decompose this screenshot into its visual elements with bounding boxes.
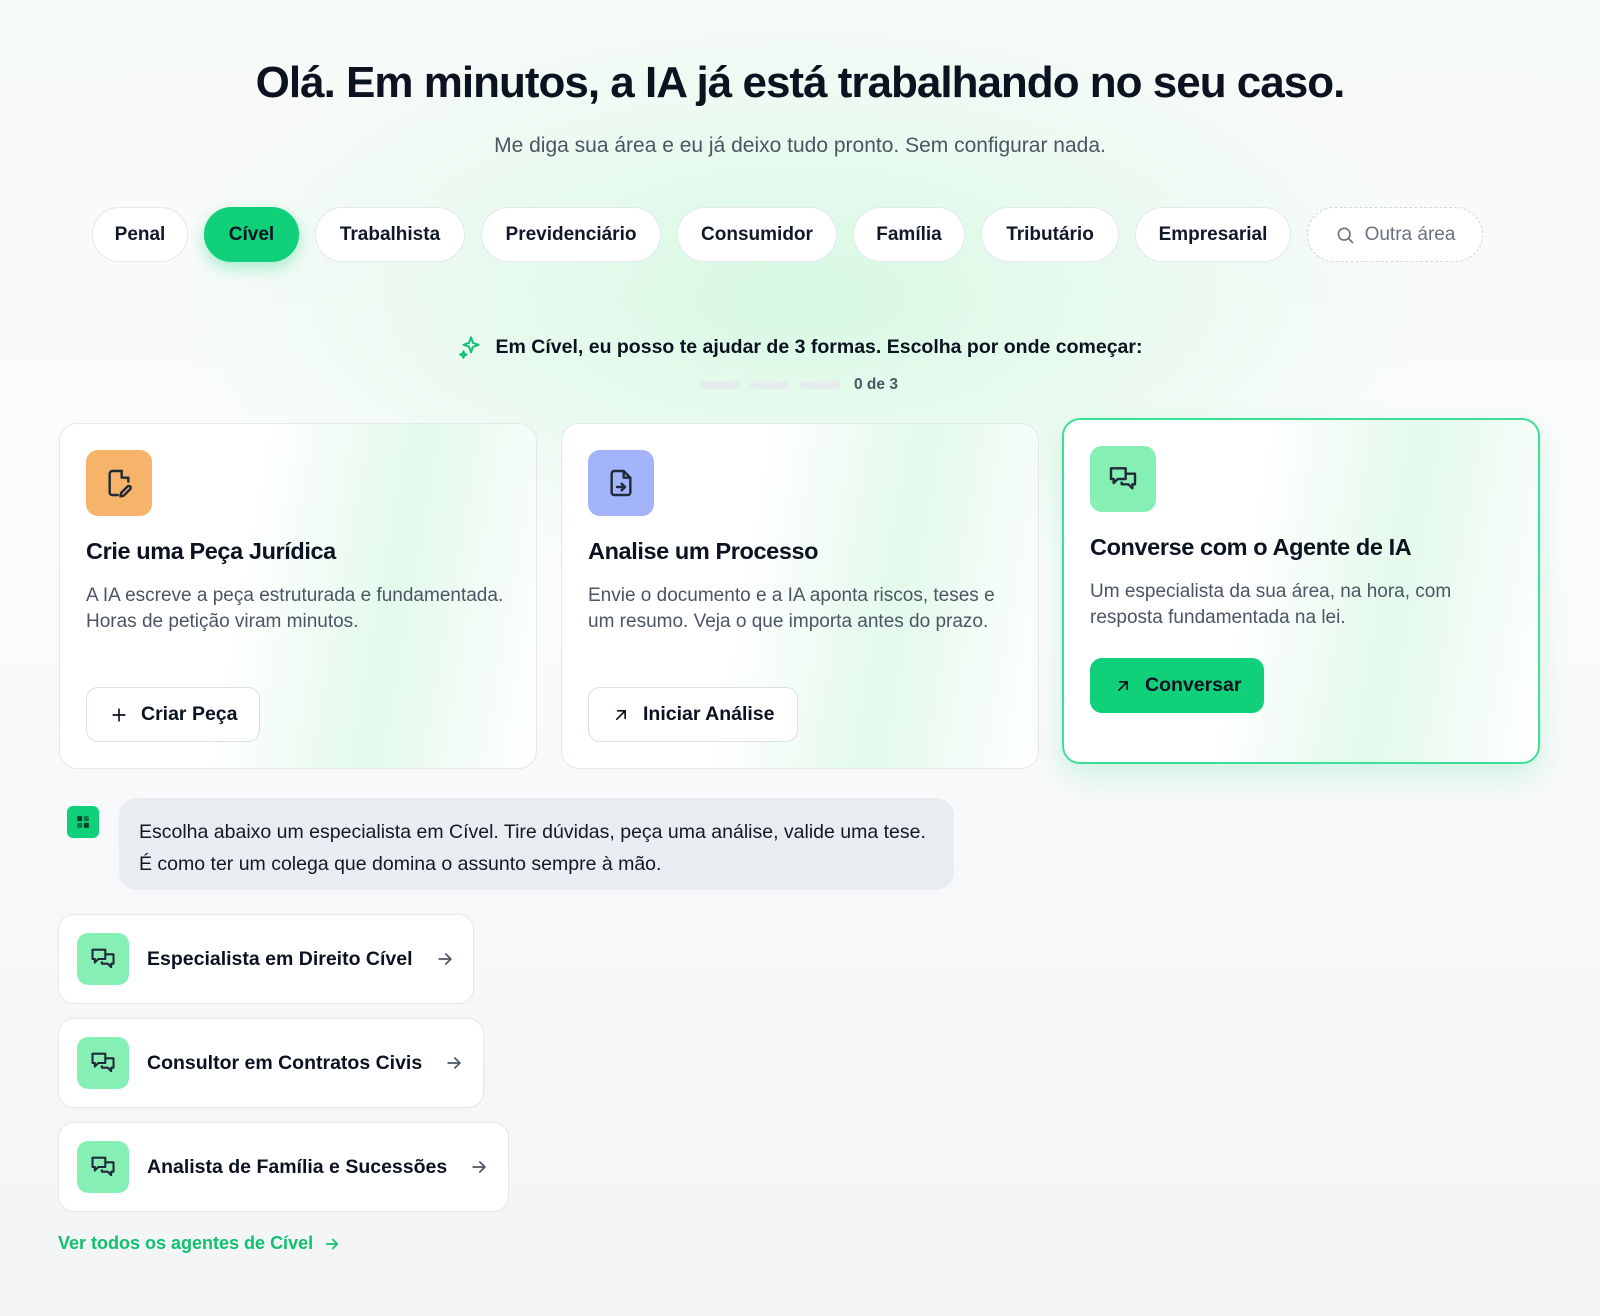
area-chip-trabalhista[interactable]: Trabalhista [315, 207, 465, 262]
arrow-right-icon [326, 1238, 339, 1249]
agent-label: Especialista em Direito Cível [147, 947, 413, 970]
area-chip-consumidor[interactable]: Consumidor [677, 207, 837, 262]
arrow-right-icon [472, 1161, 486, 1173]
assistant-message: Escolha abaixo um especialista em Cível.… [119, 798, 954, 890]
button-label: Criar Peça [141, 703, 238, 725]
agent-card-contratos-civis[interactable]: Consultor em Contratos Civis [58, 1018, 484, 1108]
progress-segment [800, 381, 840, 389]
agent-label: Consultor em Contratos Civis [147, 1051, 423, 1074]
start-analysis-button[interactable]: Iniciar Análise [588, 687, 798, 742]
help-prompt: Em Cível, eu posso te ajudar de 3 formas… [0, 334, 1600, 360]
progress-segment [750, 381, 790, 389]
area-chip-tributario[interactable]: Tributário [981, 207, 1119, 262]
arrow-right-icon [447, 1057, 461, 1069]
create-piece-button[interactable]: Criar Peça [86, 687, 261, 742]
chat-bubbles-icon [91, 948, 115, 969]
arrow-right-icon [437, 953, 452, 965]
button-label: Conversar [1145, 674, 1242, 696]
agent-card-direito-civel[interactable]: Especialista em Direito Cível [58, 914, 474, 1004]
button-label: Iniciar Análise [643, 703, 775, 725]
area-chip-penal[interactable]: Penal [92, 207, 188, 262]
card-description: Um especialista da sua área, na hora, co… [1090, 581, 1452, 628]
area-chip-familia[interactable]: Família [853, 207, 965, 262]
card-icon-tile [86, 450, 152, 516]
card-create-piece: Crie uma Peça Jurídica A IA escreve a pe… [59, 423, 537, 769]
file-edit-icon [108, 469, 132, 498]
agent-label: Analista de Família e Sucessões [147, 1155, 448, 1178]
agent-card-familia-sucessoes[interactable]: Analista de Família e Sucessões [58, 1122, 509, 1212]
area-selector: Penal Cível Trabalhista Previdenciário C… [92, 207, 1483, 262]
search-icon [1337, 227, 1353, 243]
arrow-up-right-icon [1118, 680, 1128, 691]
chat-bubbles-icon [1109, 467, 1137, 490]
bot-avatar [67, 806, 99, 838]
card-title: Analise um Processo [588, 538, 819, 564]
card-analyze-process: Analise um Processo Envie o documento e … [561, 423, 1039, 769]
area-chip-empresarial[interactable]: Empresarial [1135, 207, 1291, 262]
see-all-agents-link[interactable]: Ver todos os agentes de Cível [58, 1233, 341, 1254]
steps-progress: 0 de 3 [700, 376, 898, 394]
agent-icon-tile [77, 1037, 129, 1089]
agent-icon-tile [77, 933, 129, 985]
other-area-label: Outra área [1364, 223, 1456, 245]
chat-bubbles-icon [91, 1052, 115, 1073]
help-text: Em Cível, eu posso te ajudar de 3 formas… [495, 335, 1143, 358]
progress-label: 0 de 3 [854, 376, 898, 393]
area-chip-previdenciario[interactable]: Previdenciário [481, 207, 661, 262]
card-icon-tile [1090, 446, 1156, 512]
progress-segment [700, 381, 740, 389]
see-all-label: Ver todos os agentes de Cível [58, 1233, 314, 1253]
chat-bubbles-icon [91, 1156, 115, 1177]
plus-icon [112, 707, 126, 722]
agent-icon-tile [77, 1141, 129, 1193]
card-description: Envie o documento e a IA aponta riscos, … [588, 585, 995, 632]
card-chat-agent: Converse com o Agente de IA Um especiali… [1062, 418, 1540, 764]
card-icon-tile [588, 450, 654, 516]
sparkles-icon [458, 336, 480, 359]
page-title: Olá. Em minutos, a IA já está trabalhand… [255, 58, 1346, 107]
page-subtitle: Me diga sua área e eu já deixo tudo pron… [494, 134, 1106, 157]
grid-logo-icon [77, 816, 89, 828]
other-area-button[interactable]: Outra área [1307, 207, 1483, 262]
arrow-up-right-icon [616, 709, 626, 720]
card-title: Crie uma Peça Jurídica [86, 538, 336, 564]
chat-button[interactable]: Conversar [1090, 658, 1265, 713]
card-title: Converse com o Agente de IA [1090, 534, 1412, 560]
area-chip-civel[interactable]: Cível [204, 207, 299, 262]
card-description: A IA escreve a peça estruturada e fundam… [86, 585, 504, 632]
file-import-icon [610, 469, 632, 497]
